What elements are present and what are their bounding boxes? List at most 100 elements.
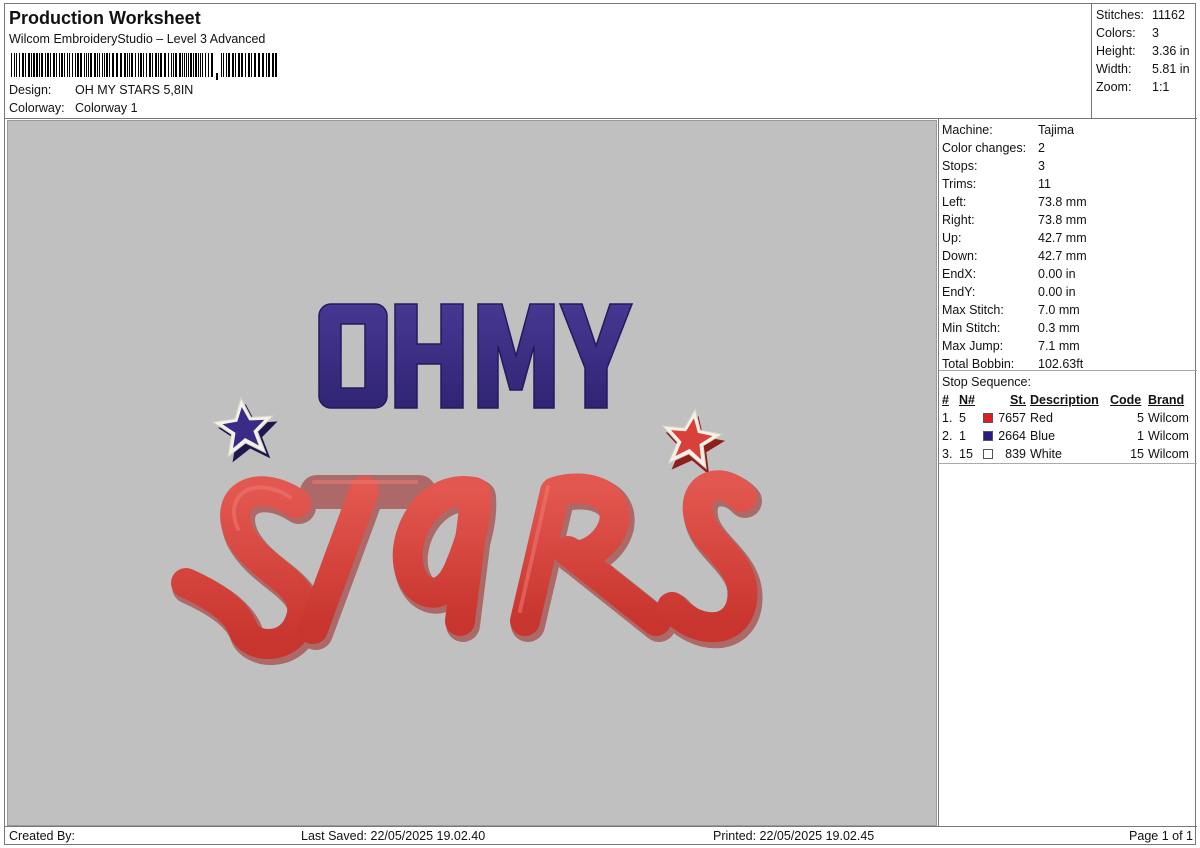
stat-value: 42.7 mm [1038,231,1087,245]
stars-text [171,470,763,665]
software-subtitle: Wilcom EmbroideryStudio – Level 3 Advanc… [9,32,266,46]
design-summary: Stitches: 11162 Colors: 3 Height: 3.36 in W… [1091,4,1197,118]
column-header: N# [959,393,975,407]
summary-label: Colors: [1096,26,1136,40]
table-row: 3. 15 839 White 15 Wilcom [942,445,1193,463]
machine-stats: Machine: Tajima Color changes: 2 Stops: 3 T… [939,119,1197,371]
stat-row: Min Stitch: 0.3 mm [942,319,1197,337]
blue-star-icon [211,396,278,463]
stat-row: Up: 42.7 mm [942,229,1197,247]
needle-number: 1 [959,429,966,443]
summary-value: 11162 [1152,8,1185,22]
stat-value: 0.00 in [1038,285,1076,299]
stat-label: Total Bobbin: [942,357,1015,371]
stat-value: 11 [1038,177,1051,191]
stat-value: 0.00 in [1038,267,1076,281]
stat-label: Up: [942,231,962,245]
thread-brand: Wilcom [1148,447,1189,461]
colorway-value: Colorway 1 [75,101,138,115]
stat-row: Right: 73.8 mm [942,211,1197,229]
color-swatch-cell [983,445,997,463]
stat-value: 7.0 mm [1038,303,1080,317]
summary-label: Stitches: [1096,8,1144,22]
column-header: St. [1010,393,1026,407]
design-label: Design: [9,83,52,97]
stat-value: 42.7 mm [1038,249,1087,263]
summary-row: Height: 3.36 in [1096,42,1197,60]
worksheet: Production Worksheet Wilcom EmbroiderySt… [4,3,1197,846]
column-header: Description [1030,393,1099,407]
summary-value: 1:1 [1152,80,1170,94]
color-code: 15 [1130,447,1144,461]
stitch-count: 7657 [998,411,1026,425]
thread-brand: Wilcom [1148,411,1189,425]
column-header: # [942,393,949,407]
stat-value: 0.3 mm [1038,321,1080,335]
page-number: Page 1 of 1 [1129,829,1193,843]
design-row: Design: OH MY STARS 5,8IN [9,83,193,97]
summary-row: Width: 5.81 in [1096,60,1197,78]
stat-label: EndX: [942,267,977,281]
last-saved: Last Saved: 22/05/2025 19.02.40 [301,829,486,843]
stat-label: Stops: [942,159,978,173]
design-preview-canvas[interactable] [7,120,937,826]
summary-label: Width: [1096,62,1132,76]
color-description: Red [1030,411,1053,425]
created-by: Created By: [9,829,76,843]
stop-sequence-table: # N# St. Description Code Brand 1. 5 765… [942,391,1193,463]
stat-row: Stops: 3 [942,157,1197,175]
stat-label: Trims: [942,177,977,191]
stat-label: Left: [942,195,967,209]
stat-row: Left: 73.8 mm [942,193,1197,211]
color-swatch [983,431,993,441]
stat-value: 73.8 mm [1038,213,1087,227]
colorway-row: Colorway: Colorway 1 [9,101,138,115]
stop-index: 2. [942,429,953,443]
worksheet-title: Production Worksheet [9,8,201,28]
stat-label: Max Jump: [942,339,1004,353]
stat-value: Tajima [1038,123,1075,137]
color-code: 5 [1137,411,1144,425]
barcode-image [11,53,277,80]
stat-row: EndX: 0.00 in [942,265,1197,283]
stat-value: 2 [1038,141,1045,155]
summary-row: Colors: 3 [1096,24,1197,42]
summary-label: Zoom: [1096,80,1132,94]
color-description: Blue [1030,429,1056,443]
stat-value: 73.8 mm [1038,195,1087,209]
summary-row: Zoom: 1:1 [1096,78,1197,96]
summary-label: Height: [1096,44,1136,58]
stat-label: Color changes: [942,141,1027,155]
color-swatch-cell [983,427,997,445]
worksheet-header: Production Worksheet Wilcom EmbroiderySt… [5,4,1091,118]
stat-label: Min Stitch: [942,321,1001,335]
worksheet-footer: Created By: Last Saved: 22/05/2025 19.02… [5,826,1197,846]
stop-sequence: Stop Sequence: # N# St. Description Code… [939,371,1197,464]
stat-label: Down: [942,249,978,263]
column-header: Code [1110,393,1142,407]
stat-row: Machine: Tajima [942,121,1197,139]
color-swatch [983,413,993,423]
stat-row: Down: 42.7 mm [942,247,1197,265]
stat-value: 3 [1038,159,1045,173]
stat-row: Max Jump: 7.1 mm [942,337,1197,355]
stat-row: Trims: 11 [942,175,1197,193]
summary-value: 3 [1152,26,1159,40]
table-header-row: # N# St. Description Code Brand [942,391,1193,409]
stat-label: EndY: [942,285,976,299]
stop-index: 3. [942,447,953,461]
thread-brand: Wilcom [1148,429,1189,443]
stat-label: Right: [942,213,975,227]
summary-value: 3.36 in [1152,44,1190,58]
summary-row: Stitches: 11162 [1096,6,1197,24]
red-star-icon [661,407,726,475]
colorway-label: Colorway: [9,101,65,115]
stat-value: 7.1 mm [1038,339,1080,353]
color-swatch [983,449,993,459]
color-swatch-cell [983,409,997,427]
stat-label: Machine: [942,123,993,137]
stop-sequence-title: Stop Sequence: [942,375,1031,389]
needle-number: 5 [959,411,966,425]
printed-date: Printed: 22/05/2025 19.02.45 [713,829,875,843]
summary-value: 5.81 in [1152,62,1190,76]
